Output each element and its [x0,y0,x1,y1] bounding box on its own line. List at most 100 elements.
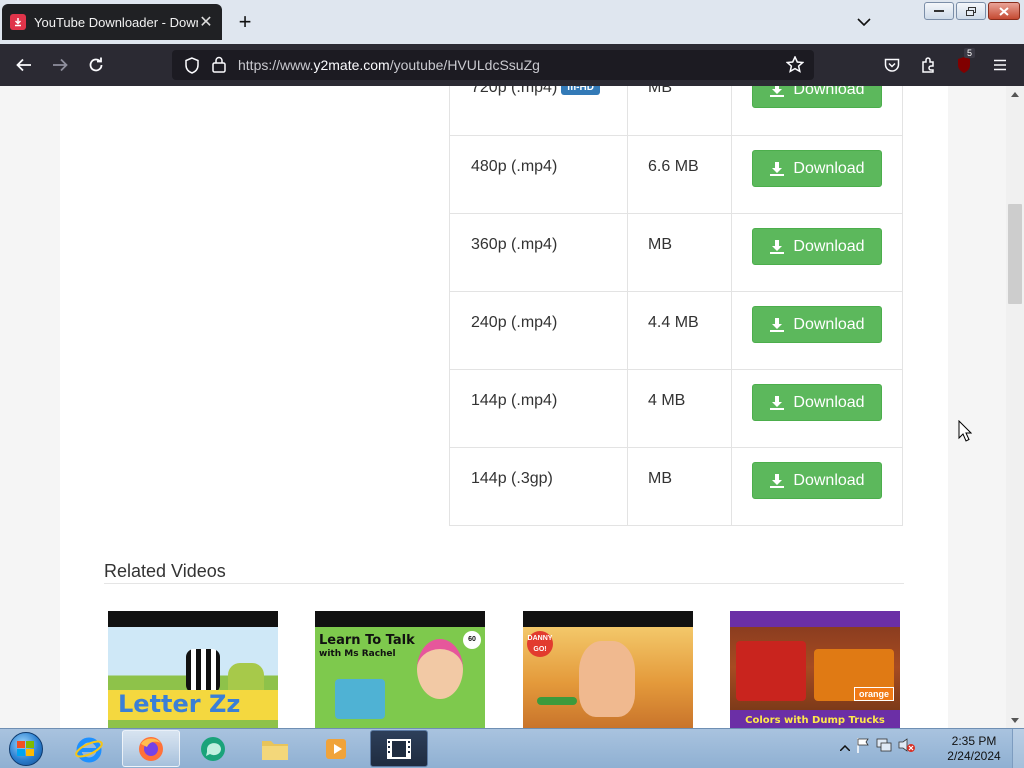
action-center-icon[interactable] [856,737,870,756]
app-menu-button[interactable] [986,52,1014,78]
related-video-thumbnail[interactable]: orange Colors with Dump Trucks [730,611,900,728]
url-bar[interactable]: https://www.y2mate.com/youtube/HVULdcSsu… [172,50,814,80]
taskbar-app[interactable] [184,730,242,767]
truck-graphic [736,641,806,701]
clock-date: 2/24/2024 [947,749,1001,763]
download-icon [770,395,785,410]
download-button-label: Download [793,86,865,98]
table-row: 480p (.mp4) 6.6 MB Download [449,135,903,214]
size-cell: MB [627,213,732,292]
tracking-protection-icon[interactable] [184,57,200,79]
thumbnail-text: Learn To Talk [319,633,415,648]
download-icon [770,473,785,488]
related-videos-heading: Related Videos [104,561,226,581]
related-video-thumbnail[interactable]: Learn To Talk with Ms Rachel 60 [315,611,485,728]
list-tabs-button[interactable] [852,10,876,34]
film-strip-icon [387,738,411,759]
download-button[interactable]: Download [752,150,882,187]
pocket-button[interactable] [878,52,906,78]
taskbar-internet-explorer[interactable] [60,730,118,767]
folder-icon [262,740,288,760]
volume-muted-icon[interactable] [898,737,916,756]
firefox-icon [139,736,163,761]
ublock-shield-icon [958,57,970,73]
show-desktop-button[interactable] [1012,729,1024,768]
scrollbar-thumb[interactable] [1008,204,1022,304]
download-button-label: Download [793,393,865,411]
download-button[interactable]: Download [752,462,882,499]
browser-tab[interactable]: YouTube Downloader - Downlo ✕ [2,4,222,40]
extensions-button[interactable] [914,52,942,78]
scroll-down-button[interactable] [1006,712,1024,728]
ublock-origin-button[interactable]: 5 [950,48,978,78]
quality-cell: 360p (.mp4) [449,213,628,292]
bookmark-star-icon[interactable] [785,55,805,78]
presenter-graphic [579,641,635,717]
download-icon [770,86,785,97]
download-button[interactable]: Download [752,384,882,421]
show-hidden-icons-button[interactable] [839,740,851,754]
taskbar-file-explorer[interactable] [246,730,304,767]
channel-logo: DANNY GO! [527,631,553,657]
clock-time: 2:35 PM [951,734,997,748]
forward-button[interactable] [46,52,74,78]
related-video-thumbnail[interactable]: Letter Zz [108,611,278,728]
divider [104,583,904,584]
quality-label: 720p (.mp4) [471,86,558,96]
color-tag: orange [854,687,895,701]
url-text[interactable]: https://www.y2mate.com/youtube/HVULdcSsu… [238,57,540,73]
snake-graphic [537,697,577,705]
table-row: 720p (.mp4) m-HD MB Download [449,86,903,136]
windows-taskbar: 2:35 PM 2/24/2024 [0,728,1024,768]
mouse-cursor-icon [958,419,973,447]
table-row: 144p (.3gp) MB Download [449,447,903,526]
close-window-button[interactable] [988,2,1020,20]
quality-cell: 144p (.3gp) [449,447,628,526]
download-icon [770,239,785,254]
quality-cell: 480p (.mp4) [449,135,628,214]
chevron-up-icon [839,744,851,752]
page-viewport: 720p (.mp4) m-HD MB Download 480p (.mp4) … [0,86,1006,728]
quality-cell: 720p (.mp4) m-HD [449,86,628,136]
restore-button[interactable] [956,2,986,20]
thumbnail-subtext: with Ms Rachel [319,649,396,659]
reload-icon [89,57,103,72]
tab-close-icon[interactable]: ✕ [198,12,214,32]
lock-icon[interactable] [212,56,226,78]
minimize-button[interactable] [924,2,954,20]
page-scrollbar[interactable] [1006,86,1024,728]
taskbar-video-editor[interactable] [370,730,428,767]
start-button[interactable] [4,731,48,767]
taskbar-firefox[interactable] [122,730,180,767]
tab-title: YouTube Downloader - Downlo [34,14,198,30]
download-button[interactable]: Download [752,228,882,265]
reload-button[interactable] [82,52,110,78]
download-button-label: Download [793,159,865,177]
windows-logo-icon [9,732,43,766]
scroll-up-button[interactable] [1006,86,1024,102]
download-table: 720p (.mp4) m-HD MB Download 480p (.mp4) … [449,86,903,526]
hd-badge: m-HD [561,86,600,95]
download-button-label: Download [793,237,865,255]
puzzle-icon [922,57,934,73]
zebra-graphic [186,649,220,693]
back-button[interactable] [10,52,38,78]
related-video-thumbnail[interactable]: DANNY GO! [523,611,693,728]
y2mate-favicon-icon [10,14,26,30]
window-controls [924,2,1020,20]
new-tab-button[interactable]: + [233,9,257,34]
chevron-down-icon [857,18,871,26]
download-icon [770,317,785,332]
download-button-label: Download [793,471,865,489]
system-clock[interactable]: 2:35 PM 2/24/2024 [944,734,1004,764]
presenter-graphic [417,639,463,699]
action-cell: Download [731,447,903,526]
size-cell: 4.4 MB [627,291,732,370]
minimize-icon [934,10,944,12]
taskbar-media-player[interactable] [308,730,366,767]
action-cell: Download [731,213,903,292]
network-icon[interactable] [876,737,892,756]
download-button[interactable]: Download [752,306,882,343]
download-button[interactable]: Download [752,86,882,108]
system-tray [839,737,916,756]
